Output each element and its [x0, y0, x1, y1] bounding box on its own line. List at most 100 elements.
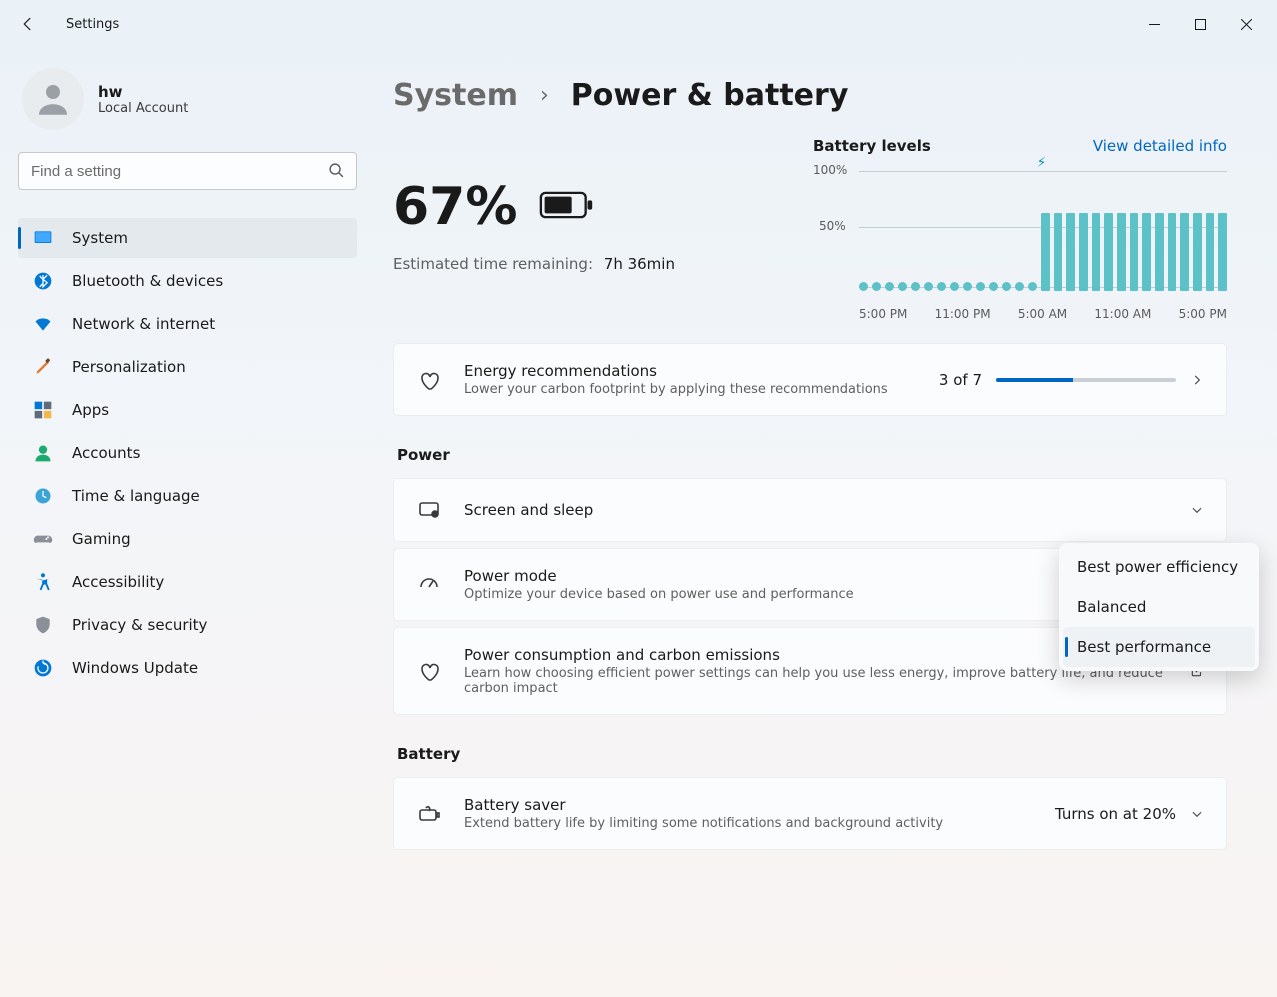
chart-bar — [1079, 213, 1088, 291]
battery-icon — [539, 187, 595, 227]
accessibility-icon — [32, 571, 54, 593]
sidebar-item-label: Privacy & security — [72, 616, 207, 634]
user-icon — [32, 78, 74, 120]
account-card[interactable]: hw Local Account — [18, 68, 357, 130]
bluetooth-icon — [32, 270, 54, 292]
sidebar-item-apps[interactable]: Apps — [18, 390, 357, 430]
search-box — [18, 152, 357, 190]
sidebar-item-label: Accessibility — [72, 573, 164, 591]
sidebar-item-personalization[interactable]: Personalization — [18, 347, 357, 387]
account-name: hw — [98, 83, 188, 101]
chart-point — [898, 282, 907, 291]
chart-point — [1028, 282, 1037, 291]
sidebar-item-system[interactable]: System — [18, 218, 357, 258]
sidebar-item-windows-update[interactable]: Windows Update — [18, 648, 357, 688]
sidebar-item-privacy[interactable]: Privacy & security — [18, 605, 357, 645]
leaf-icon — [416, 658, 442, 684]
sidebar-item-label: Gaming — [72, 530, 131, 548]
window-maximize-button[interactable] — [1177, 8, 1223, 40]
update-icon — [32, 657, 54, 679]
chart-point — [976, 282, 985, 291]
power-mode-option-efficiency[interactable]: Best power efficiency — [1063, 547, 1255, 587]
chart-bar — [1142, 213, 1151, 291]
sidebar-item-label: Personalization — [72, 358, 186, 376]
arrow-left-icon — [19, 15, 37, 33]
search-icon — [328, 162, 345, 179]
battery-saver-value: Turns on at 20% — [1055, 805, 1176, 823]
section-power: Power — [397, 446, 1227, 464]
card-title: Screen and sleep — [464, 501, 1168, 519]
chart-bar — [1180, 213, 1189, 291]
search-input[interactable] — [18, 152, 357, 190]
chevron-right-icon — [1190, 373, 1204, 387]
account-subtitle: Local Account — [98, 101, 188, 116]
gamepad-icon — [32, 528, 54, 550]
sidebar-item-accessibility[interactable]: Accessibility — [18, 562, 357, 602]
card-title: Battery saver — [464, 796, 1033, 814]
power-mode-dropdown: Best power efficiency Balanced Best perf… — [1059, 543, 1259, 671]
sidebar-item-label: System — [72, 229, 128, 247]
sidebar-item-label: Apps — [72, 401, 109, 419]
chevron-down-icon — [1190, 807, 1204, 821]
x-tick: 5:00 PM — [859, 307, 907, 321]
chart-point — [1002, 282, 1011, 291]
breadcrumb-root[interactable]: System — [393, 78, 518, 113]
screen-sleep-card[interactable]: Screen and sleep — [393, 478, 1227, 542]
window-close-button[interactable] — [1223, 8, 1269, 40]
x-tick: 11:00 AM — [1094, 307, 1151, 321]
chart-point — [911, 282, 920, 291]
accounts-icon — [32, 442, 54, 464]
y-tick-50: 50% — [819, 219, 846, 233]
card-title: Energy recommendations — [464, 362, 917, 380]
chart-point — [872, 282, 881, 291]
chart-point — [924, 282, 933, 291]
maximize-icon — [1195, 19, 1206, 30]
sidebar: hw Local Account System Bluetooth & devi… — [0, 48, 375, 997]
chart-bar — [1041, 213, 1050, 291]
chart-bar — [1130, 213, 1139, 291]
breadcrumb: System › Power & battery — [393, 78, 1227, 113]
sidebar-item-gaming[interactable]: Gaming — [18, 519, 357, 559]
battery-levels-title: Battery levels — [813, 137, 931, 155]
nav: System Bluetooth & devices Network & int… — [18, 218, 357, 688]
energy-recommendations-card[interactable]: Energy recommendations Lower your carbon… — [393, 343, 1227, 416]
battery-saver-card[interactable]: Battery saver Extend battery life by lim… — [393, 777, 1227, 850]
chart-point — [989, 282, 998, 291]
chart-bar — [1155, 213, 1164, 291]
chart-bar — [1092, 213, 1101, 291]
view-detailed-link[interactable]: View detailed info — [1093, 137, 1227, 155]
chart-point — [950, 282, 959, 291]
window-minimize-button[interactable] — [1131, 8, 1177, 40]
minimize-icon — [1149, 19, 1160, 30]
wifi-icon — [32, 313, 54, 335]
power-mode-option-performance[interactable]: Best performance — [1063, 627, 1255, 667]
sidebar-item-time-language[interactable]: Time & language — [18, 476, 357, 516]
chart-bar — [1066, 213, 1075, 291]
chart-bar — [1104, 213, 1113, 291]
chevron-down-icon — [1190, 503, 1204, 517]
chart-point — [859, 282, 868, 291]
main-content: System › Power & battery 67% Estimated t… — [375, 48, 1277, 997]
power-mode-option-balanced[interactable]: Balanced — [1063, 587, 1255, 627]
clock-globe-icon — [32, 485, 54, 507]
sidebar-item-network[interactable]: Network & internet — [18, 304, 357, 344]
x-tick: 5:00 AM — [1018, 307, 1067, 321]
sidebar-item-accounts[interactable]: Accounts — [18, 433, 357, 473]
section-battery: Battery — [397, 745, 1227, 763]
chevron-right-icon: › — [540, 83, 549, 108]
card-subtitle: Learn how choosing efficient power setti… — [464, 666, 1168, 696]
card-subtitle: Extend battery life by limiting some not… — [464, 816, 1033, 831]
x-tick: 5:00 PM — [1179, 307, 1227, 321]
card-subtitle: Lower your carbon footprint by applying … — [464, 382, 917, 397]
sidebar-item-bluetooth[interactable]: Bluetooth & devices — [18, 261, 357, 301]
app-title: Settings — [48, 17, 119, 32]
apps-icon — [32, 399, 54, 421]
chart-bar — [1218, 213, 1227, 291]
back-button[interactable] — [8, 4, 48, 44]
brush-icon — [32, 356, 54, 378]
x-tick: 11:00 PM — [935, 307, 991, 321]
avatar — [22, 68, 84, 130]
close-icon — [1241, 19, 1252, 30]
sidebar-item-label: Accounts — [72, 444, 140, 462]
chart-bar — [1054, 213, 1063, 291]
